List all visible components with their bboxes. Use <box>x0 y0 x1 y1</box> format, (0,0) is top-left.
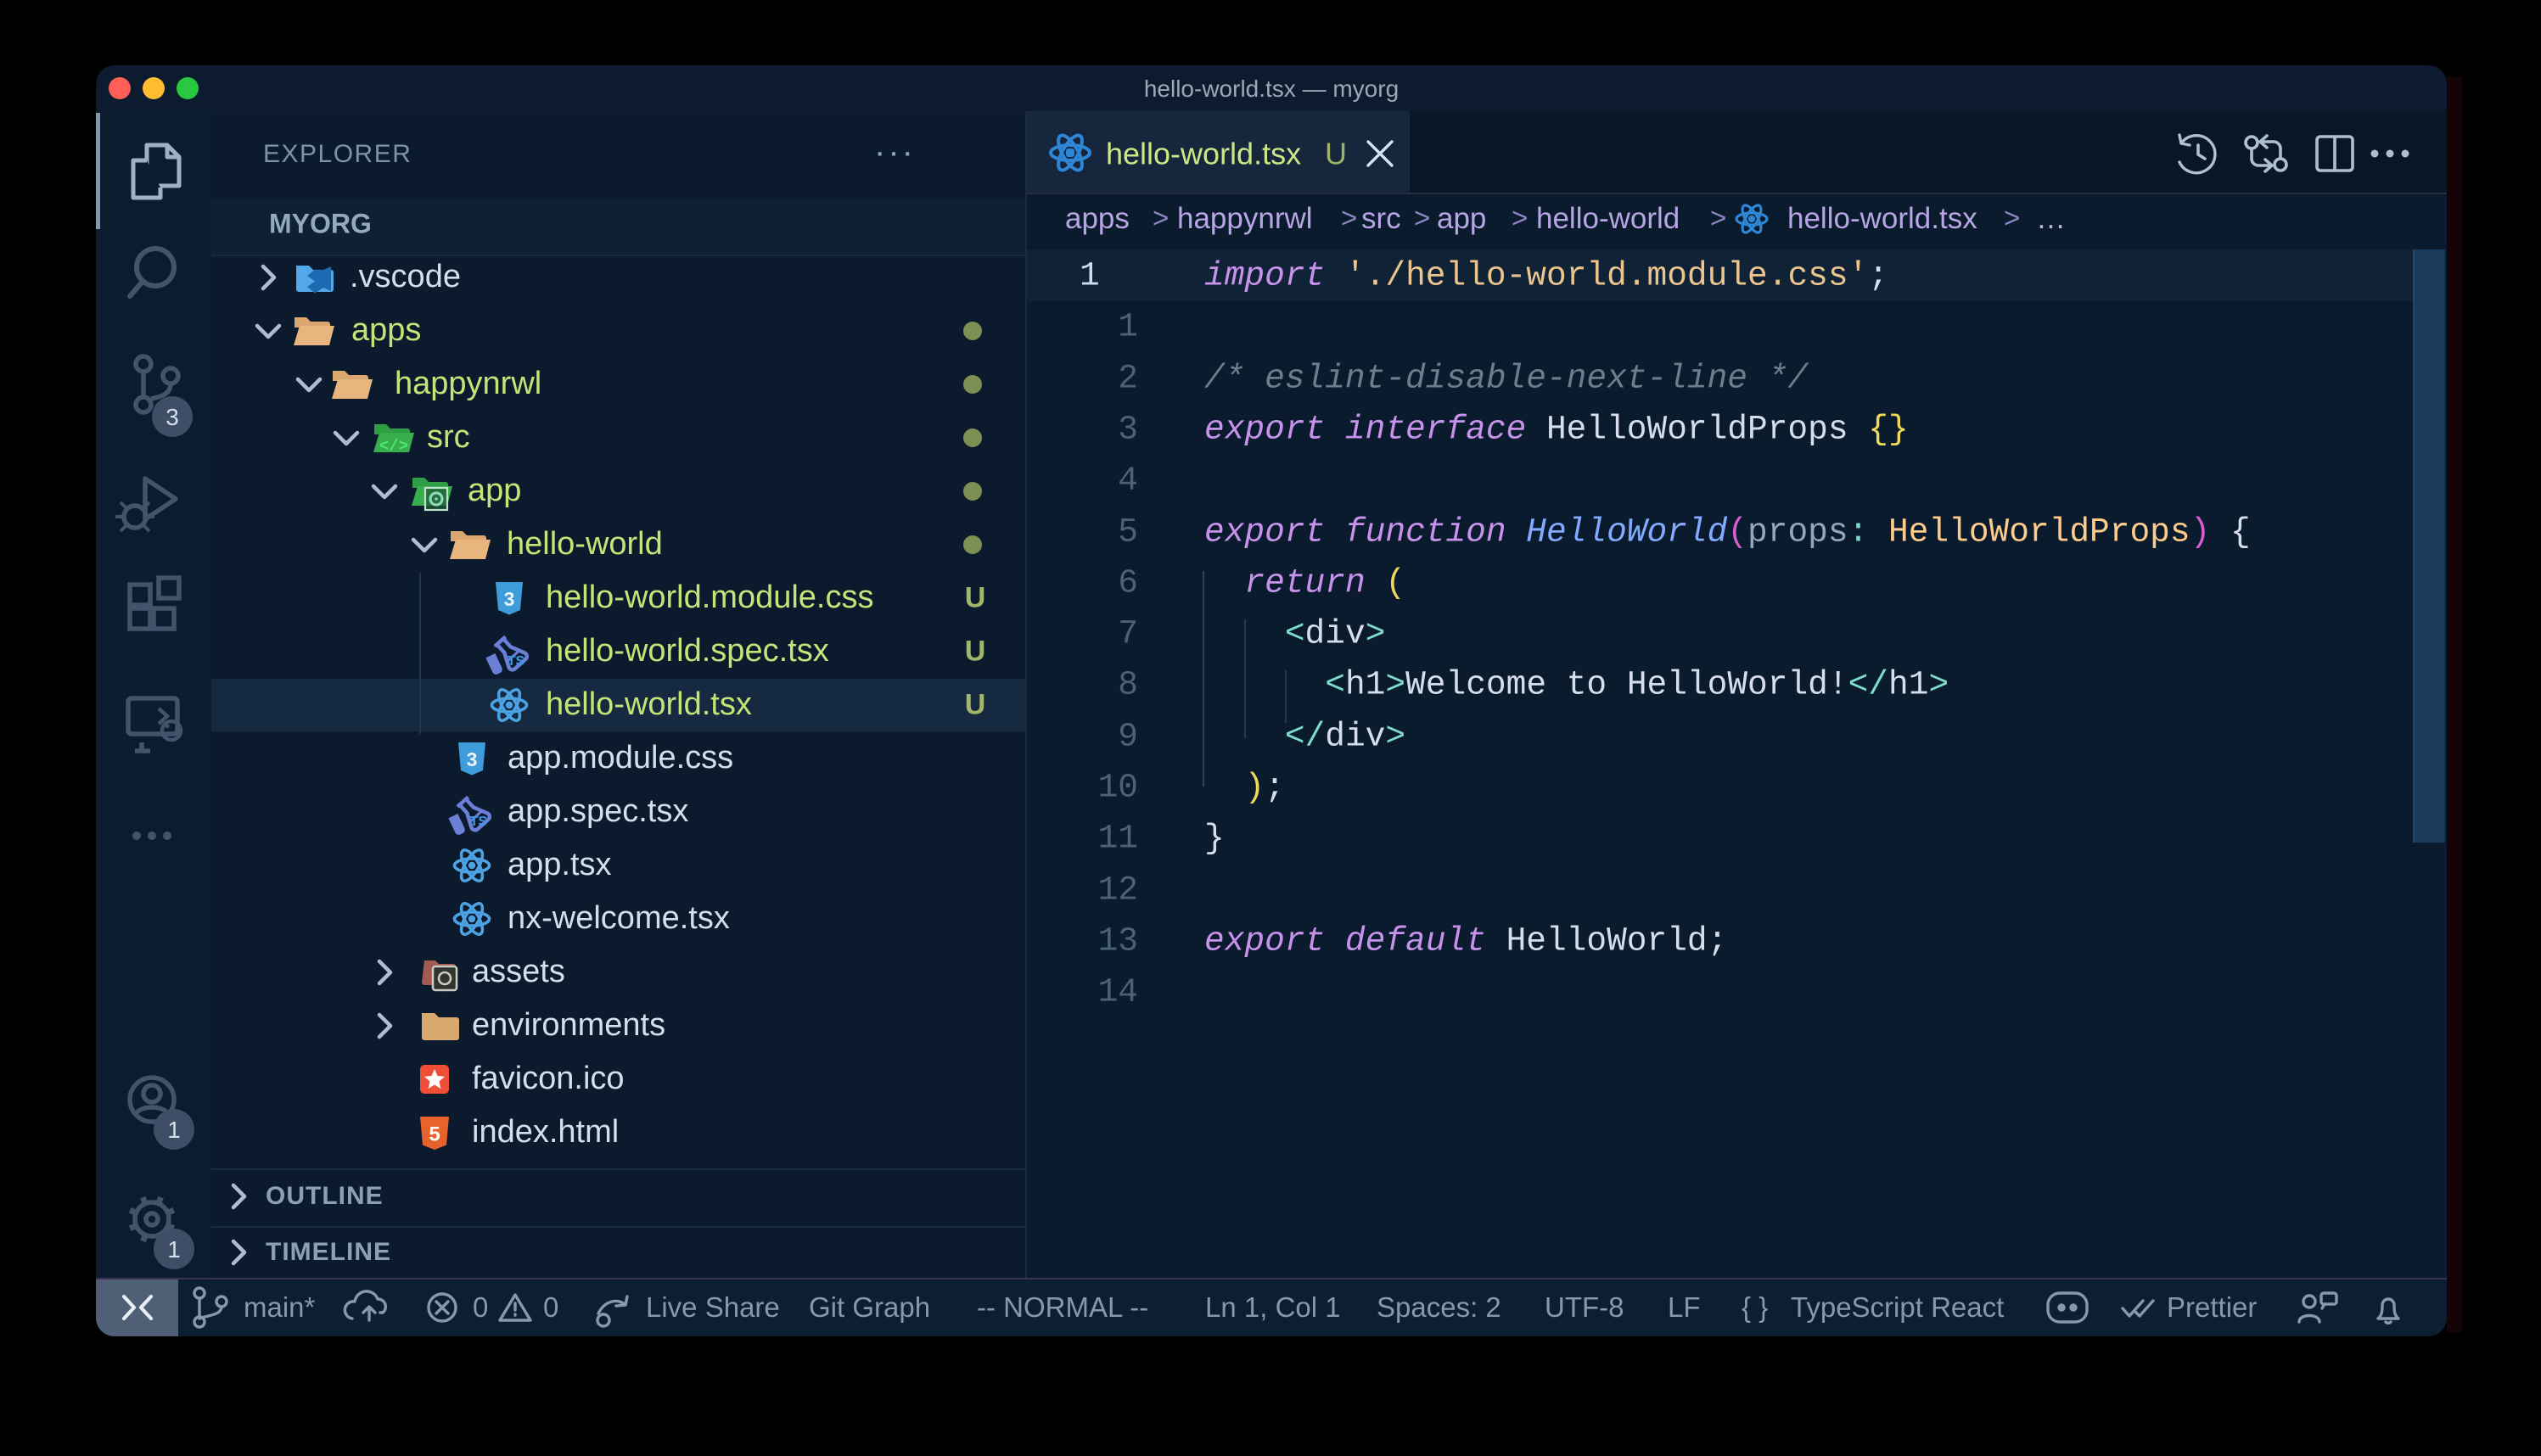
svg-text:1: 1 <box>167 1236 181 1263</box>
svg-text:3: 3 <box>165 404 179 430</box>
svg-text:1: 1 <box>167 1117 181 1143</box>
